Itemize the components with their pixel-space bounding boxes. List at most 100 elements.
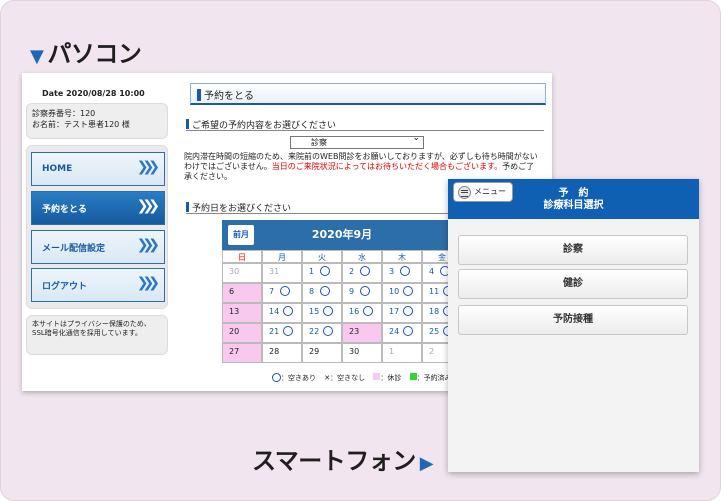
- section-title: ご希望の予約内容をお選びください: [192, 121, 337, 131]
- menu-label: メール配信設定: [42, 243, 106, 254]
- chevron-right-icon: ❯❯❯: [136, 237, 160, 253]
- available-circle-icon: [400, 266, 410, 276]
- calendar-day: 31: [262, 263, 302, 283]
- available-circle-icon: [320, 266, 330, 276]
- sp-header: メニュー 予 約 診療科目選択: [448, 179, 699, 219]
- pc-heading-text: パソコン: [47, 40, 142, 68]
- ssl-notice: 本サイトはプライバシー保護のため、SSL暗号化通信を採用しています。: [26, 315, 168, 355]
- calendar-day: 20: [222, 323, 262, 343]
- calendar-day[interactable]: 7: [262, 283, 302, 303]
- calendar-day[interactable]: 21: [262, 323, 302, 343]
- calendar-day[interactable]: 22: [302, 323, 342, 343]
- calendar-day[interactable]: 9: [342, 283, 382, 303]
- section-marker: [186, 202, 189, 212]
- day-number: 6: [229, 287, 235, 296]
- day-number: 21: [269, 327, 280, 336]
- day-number: 2: [349, 267, 355, 276]
- legend-available: ：空きあり: [281, 374, 316, 382]
- day-number: 11: [429, 287, 440, 296]
- day-number: 25: [429, 327, 440, 336]
- day-number: 28: [269, 347, 280, 356]
- day-number: 7: [269, 287, 275, 296]
- desc-warning: 当日のご来院状況によってはお待ちいただく場合もございます。: [271, 162, 503, 171]
- day-number: 4: [429, 267, 435, 276]
- smartphone-screenshot: メニュー 予 約 診療科目選択 診察 健診 予防接種: [448, 179, 699, 472]
- sp-menu-label: メニュー: [474, 187, 506, 196]
- day-number: 23: [349, 327, 360, 336]
- calendar-day: 13: [222, 303, 262, 323]
- calendar-day[interactable]: 16: [342, 303, 382, 323]
- smartphone-heading-text: スマートフォン: [252, 447, 416, 475]
- calendar-legend: ：空きあり ✕：空きなし ：休診 ：予約済み: [272, 373, 452, 383]
- chevron-right-icon: ❯❯❯: [136, 198, 160, 214]
- available-circle-icon: [323, 326, 333, 336]
- sp-option-vaccination[interactable]: 予防接種: [458, 305, 688, 335]
- section-reservation-type: ご希望の予約内容をお選びください: [186, 118, 544, 131]
- pc-heading: ▼ パソコン: [30, 34, 142, 69]
- available-circle-icon: [320, 286, 330, 296]
- reservation-type-select[interactable]: 診察: [290, 133, 424, 149]
- day-number: 18: [429, 307, 440, 316]
- day-number: 16: [349, 307, 360, 316]
- calendar-day[interactable]: 17: [382, 303, 422, 323]
- legend-closed: ：休診: [380, 374, 402, 382]
- chevron-right-icon: ❯❯❯: [136, 159, 160, 175]
- sp-option-consultation[interactable]: 診察: [458, 235, 688, 265]
- left-column: Date 2020/08/28 10:00 診察券番号：120 お名前：テスト患…: [22, 73, 170, 391]
- day-number: 15: [309, 307, 320, 316]
- page-title-text: 予約をとる: [204, 91, 254, 102]
- menu-home-button[interactable]: HOME ❯❯❯: [31, 152, 165, 186]
- day-number: 30: [349, 347, 360, 356]
- day-number: 31: [269, 267, 280, 276]
- menu-label: ログアウト: [42, 281, 88, 292]
- title-marker: [197, 89, 201, 101]
- calendar-day[interactable]: 14: [262, 303, 302, 323]
- calendar-day[interactable]: 2: [342, 263, 382, 283]
- patient-info: 診察券番号：120 お名前：テスト患者120 様: [26, 103, 168, 139]
- calendar-day[interactable]: 10: [382, 283, 422, 303]
- day-number: 10: [389, 287, 400, 296]
- triangle-right-icon: ▶: [419, 453, 434, 474]
- day-number: 1: [389, 347, 395, 356]
- calendar-grid: 日 月 火 水 木 金 30 31 1 2 3 4 6 7 8 9 10 11 …: [222, 250, 462, 363]
- page-title: 予約をとる: [190, 83, 546, 105]
- weekday-header: 水: [342, 250, 382, 263]
- sp-option-checkup[interactable]: 健診: [458, 269, 688, 299]
- sp-menu-button[interactable]: メニュー: [453, 182, 513, 202]
- legend-full: ：空きなし: [330, 374, 366, 382]
- weekday-header: 月: [262, 250, 302, 263]
- day-number: 30: [229, 267, 240, 276]
- chevron-right-icon: ❯❯❯: [136, 275, 160, 291]
- menu-label: HOME: [42, 164, 73, 174]
- day-number: 13: [229, 307, 240, 316]
- description-text: 院内滞在時間の短縮のため、来院前のWEB問診をお願いしておりますが、必ずしも待ち…: [184, 152, 540, 182]
- calendar-day: 23: [342, 323, 382, 343]
- calendar-day[interactable]: 24: [382, 323, 422, 343]
- weekday-header: 火: [302, 250, 342, 263]
- menu-logout-button[interactable]: ログアウト ❯❯❯: [31, 268, 165, 302]
- available-circle-icon: [280, 286, 290, 296]
- available-circle-icon: [283, 306, 293, 316]
- calendar-day[interactable]: 1: [302, 263, 342, 283]
- day-number: 3: [389, 267, 395, 276]
- calendar-day[interactable]: 8: [302, 283, 342, 303]
- day-number: 8: [309, 287, 315, 296]
- menu-mail-settings-button[interactable]: メール配信設定 ❯❯❯: [31, 230, 165, 264]
- calendar: 前月 2020年9月 日 月 火 水 木 金 30 31 1 2 3 4 6 7…: [222, 220, 462, 372]
- menu-reserve-button[interactable]: 予約をとる ❯❯❯: [31, 191, 165, 225]
- available-circle-icon: [360, 266, 370, 276]
- calendar-day[interactable]: 15: [302, 303, 342, 323]
- available-circle-icon: [403, 326, 413, 336]
- prev-month-button[interactable]: 前月: [228, 225, 254, 245]
- weekday-header: 木: [382, 250, 422, 263]
- available-circle-icon: [323, 306, 333, 316]
- side-menu: HOME ❯❯❯ 予約をとる ❯❯❯ メール配信設定 ❯❯❯ ログアウト ❯❯❯: [26, 145, 168, 309]
- calendar-header: 前月 2020年9月: [222, 220, 462, 250]
- available-circle-icon: [360, 286, 370, 296]
- smartphone-heading: スマートフォン ▶: [252, 441, 434, 476]
- available-circle-icon: [283, 326, 293, 336]
- calendar-day: 30: [342, 343, 382, 363]
- calendar-day[interactable]: 3: [382, 263, 422, 283]
- calendar-day: 1: [382, 343, 422, 363]
- calendar-day: 30: [222, 263, 262, 283]
